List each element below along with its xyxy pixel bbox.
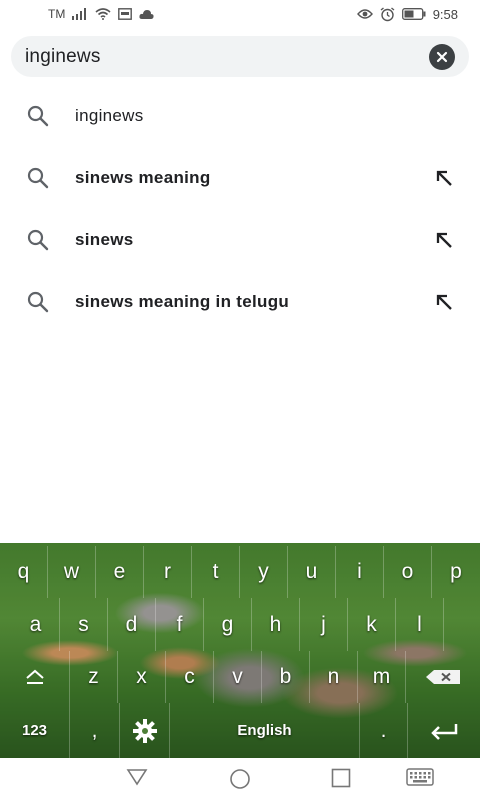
cloud-icon [139, 9, 154, 20]
key-p[interactable]: p [432, 546, 480, 598]
settings-key[interactable] [120, 703, 170, 758]
key-l[interactable]: l [396, 598, 444, 651]
sim-card-icon [118, 8, 133, 20]
search-input[interactable]: inginews [25, 46, 429, 68]
key-o[interactable]: o [384, 546, 432, 598]
status-bar: TM 9:58 [0, 0, 480, 28]
search-icon [24, 164, 52, 192]
recents-button[interactable] [331, 768, 351, 788]
shift-key[interactable] [0, 651, 70, 703]
enter-icon [431, 723, 458, 740]
status-right: 9:58 [356, 6, 458, 22]
key-x[interactable]: x [118, 651, 166, 703]
key-s[interactable]: s [60, 598, 108, 651]
key-f[interactable]: f [156, 598, 204, 651]
backspace-icon [426, 670, 460, 684]
keyboard-icon [406, 768, 434, 786]
keyboard: q w e r t y u i o p a s d f g h j k l z [0, 543, 480, 758]
shift-icon [25, 669, 44, 684]
clock-time: 9:58 [432, 6, 458, 22]
key-z[interactable]: z [70, 651, 118, 703]
key-c[interactable]: c [166, 651, 214, 703]
key-i[interactable]: i [336, 546, 384, 598]
alarm-icon [380, 6, 395, 22]
suggestion-text: sinews [75, 230, 134, 249]
key-w[interactable]: w [48, 546, 96, 598]
fill-query-button[interactable] [432, 290, 456, 314]
suggestion-text: sinews meaning in telugu [75, 292, 290, 311]
wifi-icon [95, 8, 111, 20]
key-y[interactable]: y [240, 546, 288, 598]
eye-comfort-icon [356, 8, 373, 20]
keyboard-row: q w e r t y u i o p [0, 546, 480, 598]
navigation-bar [0, 758, 480, 800]
key-k[interactable]: k [348, 598, 396, 651]
home-button[interactable] [229, 768, 251, 790]
search-icon [24, 288, 52, 316]
key-g[interactable]: g [204, 598, 252, 651]
arrow-up-left-icon [436, 294, 452, 310]
search-icon [24, 102, 52, 130]
battery-icon [401, 8, 426, 20]
close-icon [436, 51, 448, 62]
keyboard-row: z x c v b n m [0, 651, 480, 703]
keyboard-row: a s d f g h j k l [0, 598, 480, 651]
key-n[interactable]: n [310, 651, 358, 703]
fill-query-button[interactable] [432, 166, 456, 190]
backspace-key[interactable] [406, 651, 480, 703]
key-r[interactable]: r [144, 546, 192, 598]
key-u[interactable]: u [288, 546, 336, 598]
gear-icon [132, 718, 157, 743]
search-bar[interactable]: inginews [11, 36, 469, 77]
search-icon [24, 226, 52, 254]
keyboard-row: 123 , English . [0, 703, 480, 758]
key-m[interactable]: m [358, 651, 406, 703]
numbers-key[interactable]: 123 [0, 703, 70, 758]
key-e[interactable]: e [96, 546, 144, 598]
period-key[interactable]: . [360, 703, 408, 758]
enter-key[interactable] [408, 703, 480, 758]
fill-query-button[interactable] [432, 228, 456, 252]
suggestion-item[interactable]: sinews meaning in telugu [0, 271, 480, 333]
space-key[interactable]: English [170, 703, 360, 758]
comma-key[interactable]: , [70, 703, 120, 758]
home-circle-icon [230, 769, 250, 789]
keyboard-switch-button[interactable] [406, 768, 434, 786]
signal-icon [72, 8, 88, 20]
status-left: TM [48, 7, 154, 21]
suggestion-list: inginews sinews meaning sinews sinews me… [0, 85, 480, 333]
arrow-up-left-icon [436, 232, 452, 248]
suggestion-item[interactable]: sinews meaning [0, 147, 480, 209]
key-t[interactable]: t [192, 546, 240, 598]
suggestion-item[interactable]: sinews [0, 209, 480, 271]
key-d[interactable]: d [108, 598, 156, 651]
suggestion-text: inginews [75, 106, 144, 125]
back-triangle-icon [126, 769, 148, 786]
suggestion-item[interactable]: inginews [0, 85, 480, 147]
recents-square-icon [331, 768, 351, 788]
back-button[interactable] [126, 768, 148, 786]
carrier-label: TM [48, 7, 66, 21]
screen: TM 9:58 inginews inginews sinews meaning… [0, 0, 480, 800]
key-h[interactable]: h [252, 598, 300, 651]
key-q[interactable]: q [0, 546, 48, 598]
clear-search-button[interactable] [429, 43, 455, 70]
key-j[interactable]: j [300, 598, 348, 651]
suggestion-text: sinews meaning [75, 168, 211, 187]
key-b[interactable]: b [262, 651, 310, 703]
key-v[interactable]: v [214, 651, 262, 703]
key-a[interactable]: a [12, 598, 60, 651]
arrow-up-left-icon [436, 170, 452, 186]
